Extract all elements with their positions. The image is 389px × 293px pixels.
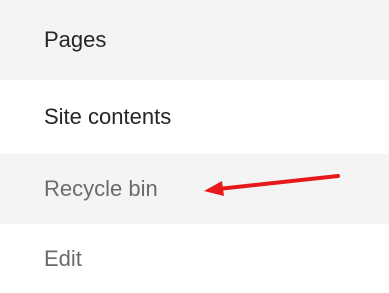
nav-item-label: Pages [44, 27, 107, 52]
nav-item-recycle-bin[interactable]: Recycle bin [0, 154, 389, 224]
nav-item-label: Recycle bin [44, 176, 158, 201]
nav-item-label: Site contents [44, 104, 172, 129]
nav-item-edit[interactable]: Edit [0, 224, 389, 293]
site-navigation: Pages Site contents Recycle bin Edit [0, 0, 389, 293]
nav-item-site-contents[interactable]: Site contents [0, 80, 389, 154]
nav-item-pages[interactable]: Pages [0, 0, 389, 80]
nav-item-label: Edit [44, 245, 82, 271]
